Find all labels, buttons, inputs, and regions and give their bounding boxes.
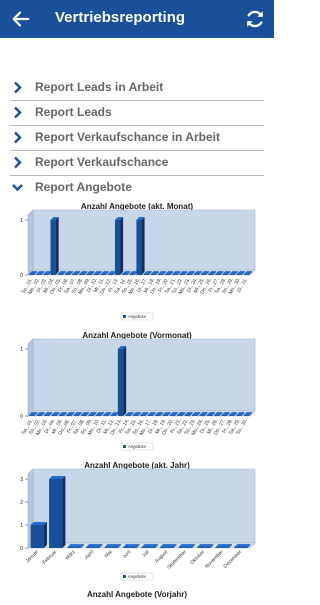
y-tick-label: 2 (20, 500, 23, 506)
x-tick-label: April (84, 549, 95, 560)
bar (104, 547, 118, 548)
y-tick-label: 3 (20, 477, 23, 483)
bar (123, 547, 137, 548)
bar (215, 547, 229, 548)
bar (178, 547, 192, 548)
x-tick-label: Februar (42, 549, 59, 566)
bar-side (62, 476, 66, 548)
legend-swatch (123, 575, 126, 578)
x-tick-label: Juli (141, 549, 151, 559)
bar (30, 525, 44, 548)
x-tick-label: November (204, 549, 225, 570)
bar (160, 547, 174, 548)
y-tick-label: 1 (20, 523, 23, 529)
y-tick-label: 0 (20, 546, 23, 552)
bar (67, 547, 81, 548)
x-tick-label: Mai (104, 549, 114, 559)
bar (49, 479, 63, 548)
x-tick-label: Dezember (223, 549, 244, 570)
bar (234, 547, 248, 548)
chart-title-vorjahr: Anzahl Angebote (Vorjahr) (87, 590, 187, 599)
legend-label: Angebote (128, 574, 147, 579)
x-tick-label: August (154, 549, 170, 565)
x-tick-label: Juni (121, 549, 132, 560)
x-tick-label: Oktober (189, 549, 206, 566)
x-tick-label: März (65, 549, 77, 561)
bar (141, 547, 155, 548)
bar (197, 547, 211, 548)
bar (86, 547, 100, 548)
plot-background (32, 468, 256, 544)
x-tick-label: September (166, 549, 188, 571)
x-tick-label: Januar (25, 549, 40, 564)
bar-side (43, 522, 47, 548)
charts-area: Anzahl Angebote (akt. Monat) 0 1 So., 01. M… (0, 0, 274, 605)
chart-aktuelles-jahr: 0 1 2 3 Januar Februar März April Mai Juni Juli Aug… (20, 468, 256, 581)
